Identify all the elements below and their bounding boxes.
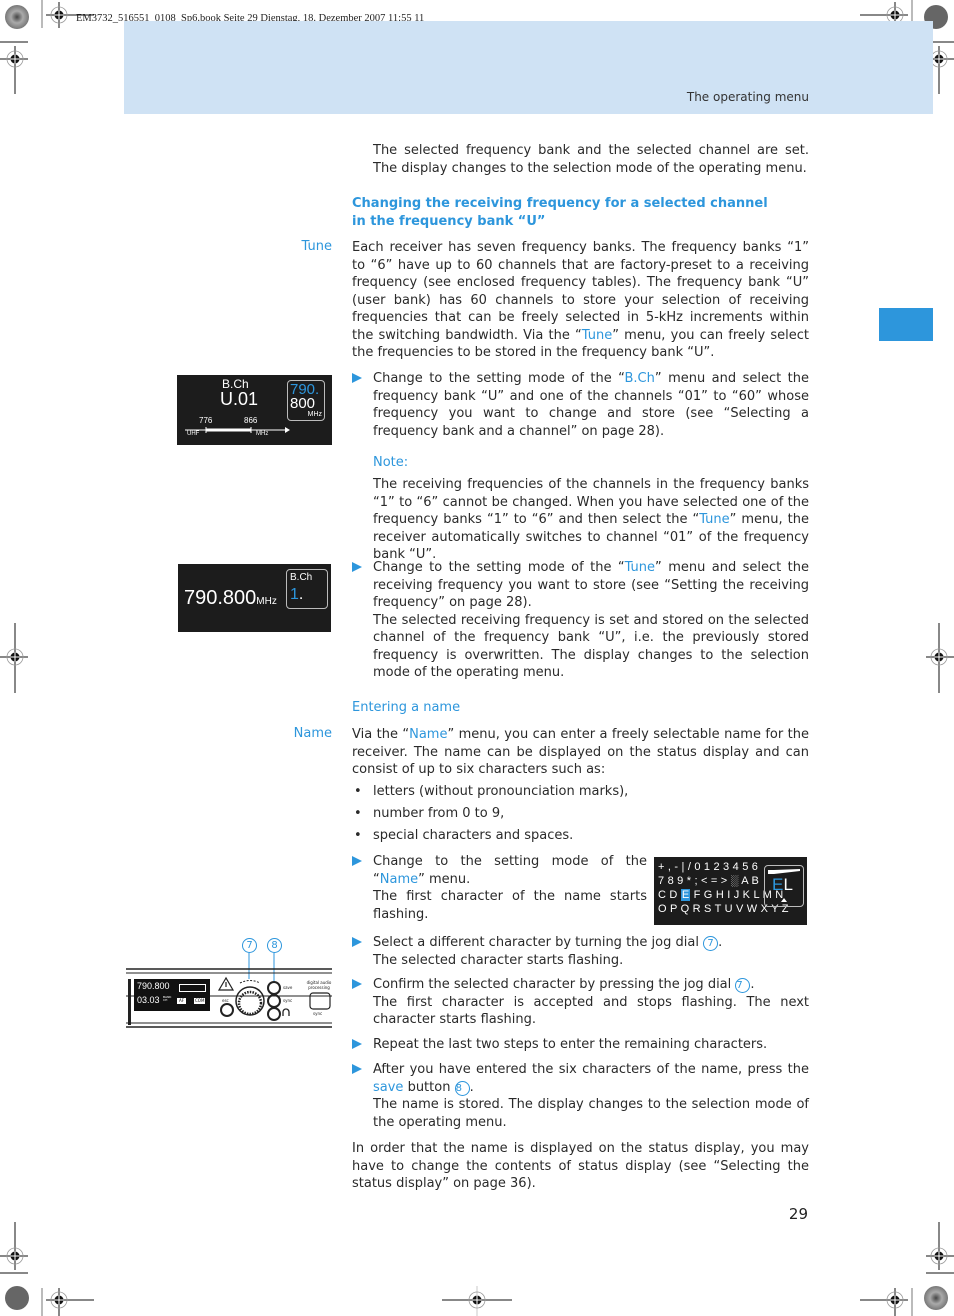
bch-link[interactable]: B.Ch [625, 371, 655, 386]
step-arrow-icon [352, 1064, 362, 1074]
save-link[interactable]: save [373, 1080, 403, 1095]
tune-link[interactable]: Tune [625, 560, 655, 575]
tune-unit: MHz [256, 596, 277, 607]
cursor-icon [781, 898, 787, 902]
step-select-bank: Change to the setting mode of the “B.Ch”… [352, 370, 809, 440]
name-box: EL [764, 865, 804, 907]
note-label: Note: [373, 455, 409, 470]
dap-button [309, 992, 331, 1010]
section-heading-name: Entering a name [352, 700, 461, 715]
selected-char: E [680, 889, 691, 901]
sync-button [267, 994, 281, 1008]
name-display: + , - | / 0 1 2 3 4 5 6 7 8 9 * ; < = > … [654, 857, 807, 925]
headphone-button [267, 1007, 281, 1021]
bch-display: B.Ch U.01 776 866 UHF MHz 790. 800 MHz [177, 375, 332, 445]
bch-box: B.Ch 1. [286, 569, 328, 609]
esc-button [220, 1003, 234, 1017]
margin-label-tune: Tune [301, 239, 332, 254]
ref-jog-dial: 7 [703, 936, 719, 951]
step-select-character: Select a different character by turning … [352, 934, 809, 969]
step-arrow-icon [352, 979, 362, 989]
bullet-item: • number from 0 to 9, [354, 806, 505, 821]
panel-level-bar [179, 984, 206, 992]
section-heading-tune: Changing the receiving frequency for a s… [352, 196, 768, 229]
step-confirm-character: Confirm the selected character by pressi… [352, 976, 809, 1029]
step-enter-name-mode: Change to the setting mode of the “Name”… [352, 853, 647, 923]
step-repeat: Repeat the last two steps to enter the r… [352, 1036, 809, 1054]
panel-bank-channel: 03.03 [137, 995, 160, 1005]
header-band [124, 21, 933, 114]
range-low: 776 [199, 416, 213, 425]
chapter-tab [879, 308, 933, 341]
margin-label-name: Name [293, 726, 332, 741]
char-row: + , - | / 0 1 2 3 4 5 6 [658, 861, 759, 873]
bch-display-value: U.01 [220, 389, 259, 409]
note-text: The receiving frequencies of the channel… [373, 477, 809, 562]
unit-label: MHz [256, 431, 269, 437]
step-save-name: After you have entered the six character… [352, 1061, 809, 1131]
tune-paragraph: Each receiver has seven frequency banks.… [352, 240, 809, 360]
step-arrow-icon [352, 937, 362, 947]
save-button [267, 981, 281, 995]
color-rosette-icon [924, 1286, 948, 1310]
tune-display: 790.800MHz B.Ch 1. [178, 564, 331, 632]
bullet-item: • special characters and spaces. [354, 828, 574, 843]
intro-paragraph: The selected frequency bank and the sele… [373, 143, 809, 176]
step-arrow-icon [352, 373, 362, 383]
tune-frequency: 790.800 [184, 587, 257, 609]
name-link[interactable]: Name [380, 872, 418, 887]
tune-link[interactable]: Tune [582, 328, 612, 343]
ref-jog-dial: 7 [735, 978, 751, 993]
receiver-front-panel: 7 8 790.800 03.03 BANK CH AF COM esc sav… [126, 936, 332, 1031]
section-title: The operating menu [686, 90, 809, 104]
closing-paragraph: In order that the name is displayed on t… [352, 1141, 809, 1191]
range-bar [185, 427, 290, 433]
step-select-frequency: Change to the setting mode of the “Tune”… [352, 559, 809, 682]
bullet-item: • letters (without pronounciation marks), [354, 784, 629, 799]
char-row: 7 8 9 * ; < = > ░ A B [658, 875, 759, 887]
color-rosette-icon [5, 1286, 29, 1310]
headphone-icon [282, 1008, 290, 1016]
band-label: UHF [187, 431, 200, 437]
ref-save-button: 8 [454, 1080, 470, 1096]
step-arrow-icon [352, 1039, 362, 1049]
name-paragraph: Via the “Name” menu, you can enter a fre… [352, 727, 809, 777]
tune-link[interactable]: Tune [699, 512, 729, 527]
page-number: 29 [788, 1205, 808, 1223]
color-rosette-icon [5, 5, 29, 29]
name-link[interactable]: Name [409, 727, 447, 742]
frequency-box: 790. 800 MHz [287, 380, 325, 421]
step-arrow-icon [352, 856, 362, 866]
step-arrow-icon [352, 562, 362, 572]
range-high: 866 [244, 416, 258, 425]
panel-frequency: 790.800 [137, 981, 170, 991]
